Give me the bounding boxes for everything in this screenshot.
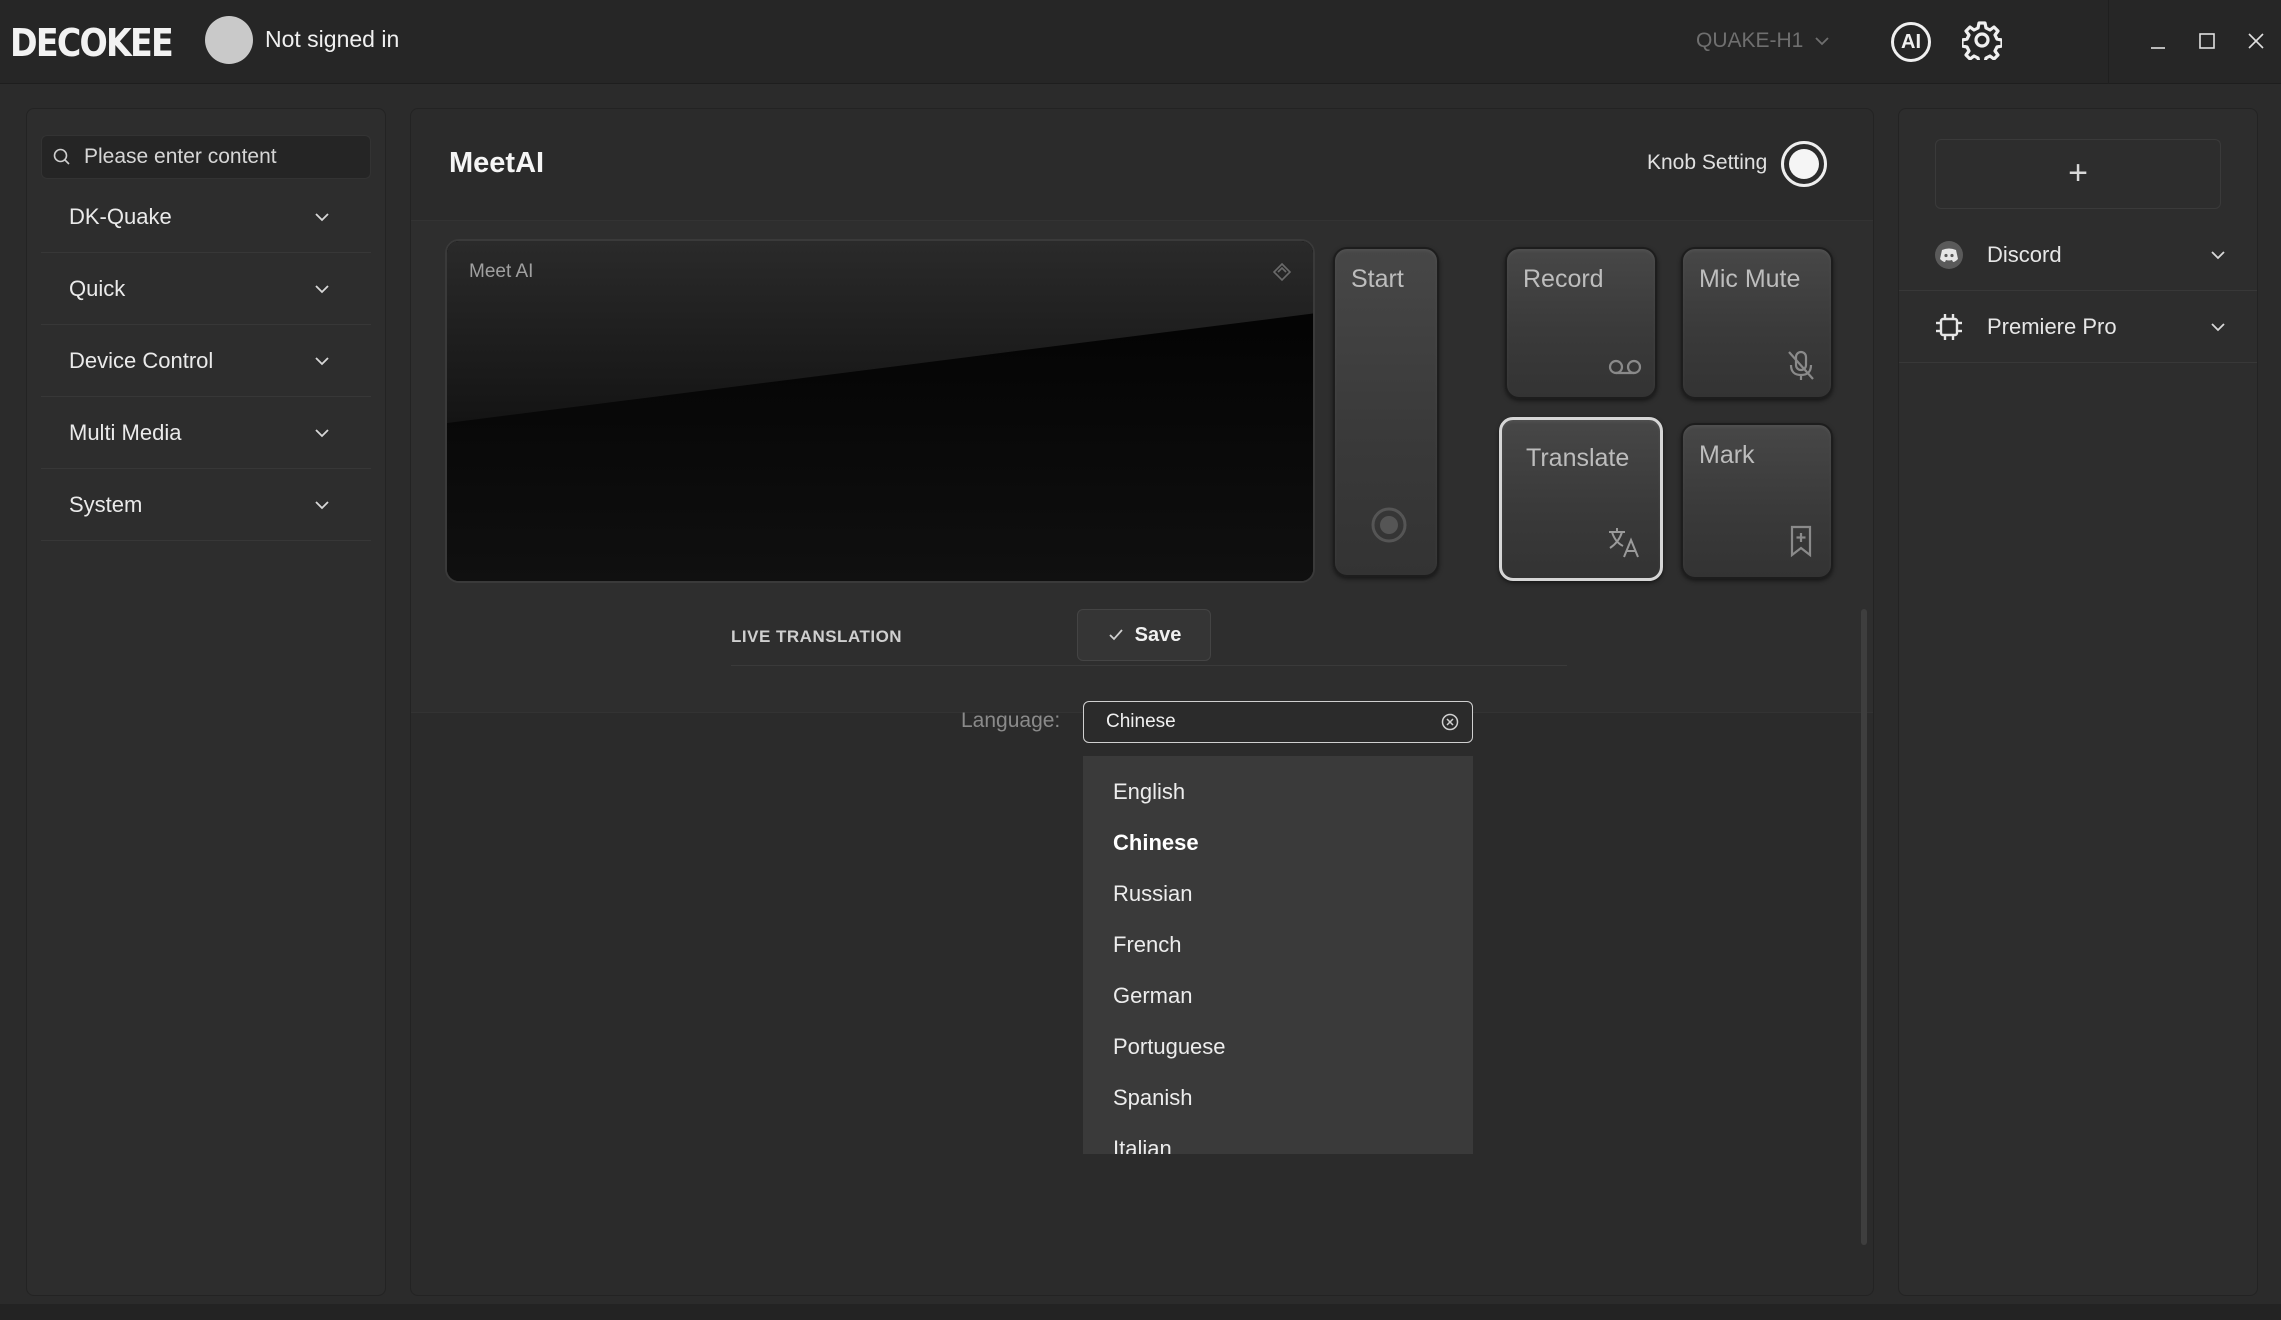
chevron-down-icon bbox=[315, 428, 329, 437]
ai-icon[interactable]: AI bbox=[1891, 22, 1931, 62]
key-label: Record bbox=[1523, 265, 1604, 293]
title-bar: DECOKEE Not signed in QUAKE-H1 AI bbox=[0, 0, 2281, 84]
bookmark-add-icon bbox=[1790, 525, 1812, 558]
add-app-button[interactable]: + bbox=[1935, 139, 2221, 209]
key-label: Translate bbox=[1526, 444, 1630, 472]
language-option-portuguese[interactable]: Portuguese bbox=[1083, 1021, 1473, 1072]
scrollbar[interactable] bbox=[1861, 609, 1867, 1245]
mic-off-icon bbox=[1788, 350, 1814, 380]
chip-icon bbox=[1936, 313, 1962, 340]
language-option-french[interactable]: French bbox=[1083, 919, 1473, 970]
translate-key[interactable]: Translate bbox=[1499, 417, 1663, 581]
chevron-down-icon bbox=[315, 212, 329, 221]
sidebar-item-label: System bbox=[69, 491, 143, 517]
section-divider bbox=[731, 665, 1567, 666]
chevron-down-icon bbox=[1815, 37, 1829, 46]
main-header: MeetAI Knob Setting bbox=[411, 109, 1873, 221]
screen-title: Meet AI bbox=[469, 261, 534, 282]
sidebar-item-label: Multi Media bbox=[69, 419, 182, 445]
main-panel: MeetAI Knob Setting Meet AI Start Record… bbox=[410, 108, 1874, 1296]
clear-icon[interactable] bbox=[1440, 712, 1460, 732]
screen-glare bbox=[447, 241, 1313, 581]
diamond-icon bbox=[1272, 262, 1292, 282]
device-name: QUAKE-H1 bbox=[1696, 29, 1804, 52]
mark-key[interactable]: Mark bbox=[1681, 423, 1833, 579]
app-name: Discord bbox=[1987, 241, 2062, 267]
sidebar-item-device-control[interactable]: Device Control bbox=[41, 325, 371, 397]
gear-icon[interactable] bbox=[1962, 20, 2002, 60]
app-item-premiere-pro[interactable]: Premiere Pro bbox=[1899, 291, 2257, 363]
category-list: DK-Quake Quick Device Control Multi Medi… bbox=[41, 181, 371, 541]
app-panel: + Discord Premiere Pro bbox=[1898, 108, 2258, 1296]
language-option-spanish[interactable]: Spanish bbox=[1083, 1072, 1473, 1123]
sidebar-item-quick[interactable]: Quick bbox=[41, 253, 371, 325]
key-label: Start bbox=[1351, 265, 1404, 293]
discord-icon bbox=[1935, 240, 1963, 269]
language-label: Language: bbox=[961, 709, 1061, 732]
sidebar-item-system[interactable]: System bbox=[41, 469, 371, 541]
language-option-russian[interactable]: Russian bbox=[1083, 868, 1473, 919]
app-name: Premiere Pro bbox=[1987, 313, 2117, 339]
language-option-english[interactable]: English bbox=[1083, 766, 1473, 817]
maximize-icon[interactable] bbox=[2192, 26, 2222, 56]
meet-ai-screen[interactable]: Meet AI bbox=[445, 239, 1315, 583]
section-title: LIVE TRANSLATION bbox=[731, 627, 903, 646]
language-option-chinese[interactable]: Chinese bbox=[1083, 817, 1473, 868]
voicemail-icon bbox=[1608, 359, 1642, 375]
stop-record-icon bbox=[1371, 507, 1407, 543]
knob-setting-label: Knob Setting bbox=[1647, 151, 1768, 174]
user-status[interactable]: Not signed in bbox=[265, 24, 399, 54]
language-option-german[interactable]: German bbox=[1083, 970, 1473, 1021]
search-input[interactable] bbox=[84, 145, 364, 169]
chevron-down-icon bbox=[2211, 250, 2225, 259]
sidebar-item-label: Device Control bbox=[69, 347, 214, 373]
page-title: MeetAI bbox=[449, 147, 545, 179]
sidebar-item-label: Quick bbox=[69, 275, 126, 301]
key-label: Mark bbox=[1699, 441, 1755, 469]
close-icon[interactable] bbox=[2241, 26, 2271, 56]
chevron-down-icon bbox=[315, 284, 329, 293]
sidebar: DK-Quake Quick Device Control Multi Medi… bbox=[26, 108, 386, 1296]
language-select[interactable]: Chinese bbox=[1083, 701, 1473, 743]
window-controls-divider bbox=[2108, 0, 2109, 84]
decokee-logo-icon: DECOKEE bbox=[10, 21, 174, 65]
app-logo: DECOKEE bbox=[10, 21, 175, 65]
record-key[interactable]: Record bbox=[1505, 247, 1657, 399]
check-icon bbox=[1109, 629, 1123, 641]
window-bottom-edge bbox=[0, 1304, 2281, 1320]
chevron-down-icon bbox=[315, 500, 329, 509]
sidebar-item-multi-media[interactable]: Multi Media bbox=[41, 397, 371, 469]
minimize-icon[interactable] bbox=[2143, 26, 2173, 56]
language-dropdown: English Chinese Russian French German Po… bbox=[1083, 756, 1473, 1154]
search-box[interactable] bbox=[41, 135, 371, 179]
chevron-down-icon bbox=[2211, 322, 2225, 331]
device-selector[interactable]: QUAKE-H1 bbox=[1696, 26, 1831, 56]
svg-text:DECOKEE: DECOKEE bbox=[10, 22, 172, 62]
app-item-discord[interactable]: Discord bbox=[1899, 219, 2257, 291]
save-button[interactable]: Save bbox=[1077, 609, 1211, 661]
save-label: Save bbox=[1134, 623, 1182, 646]
language-value: Chinese bbox=[1106, 711, 1176, 732]
translate-icon bbox=[1609, 528, 1639, 558]
search-icon bbox=[53, 148, 70, 165]
knob-setting-toggle[interactable] bbox=[1781, 141, 1827, 187]
avatar[interactable] bbox=[205, 16, 253, 64]
start-key[interactable]: Start bbox=[1333, 247, 1439, 577]
sidebar-item-label: DK-Quake bbox=[69, 203, 172, 229]
chevron-down-icon bbox=[315, 356, 329, 365]
sidebar-item-dk-quake[interactable]: DK-Quake bbox=[41, 181, 371, 253]
key-label: Mic Mute bbox=[1699, 265, 1801, 293]
language-option-italian[interactable]: Italian bbox=[1083, 1123, 1473, 1154]
mic-mute-key[interactable]: Mic Mute bbox=[1681, 247, 1833, 399]
